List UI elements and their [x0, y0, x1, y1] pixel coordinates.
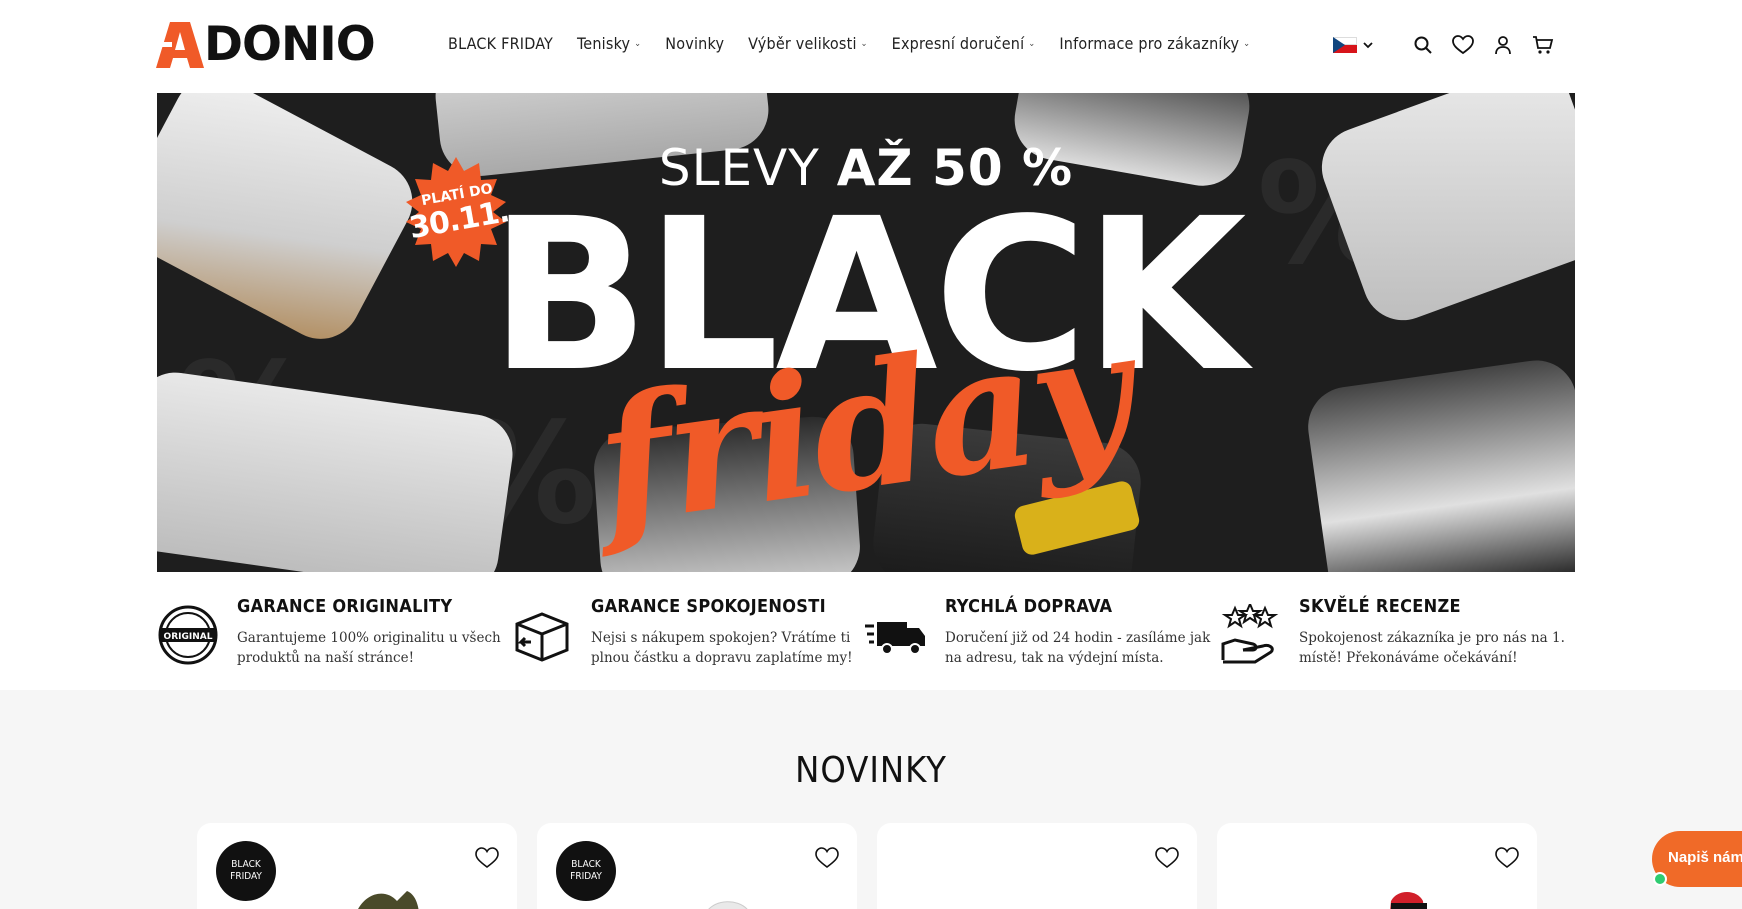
nav-label: Expresní doručení [891, 34, 1025, 53]
product-card[interactable]: BLACK FRIDAY [537, 823, 857, 909]
wishlist-heart-icon[interactable] [815, 847, 839, 869]
cz-flag-icon [1333, 37, 1357, 53]
nav-label: Novinky [665, 34, 725, 53]
logo[interactable]: DONIO [156, 17, 376, 72]
product-card[interactable]: BLACK FRIDAY [197, 823, 517, 909]
feature-item: ORIGINAL GARANCE ORIGINALITY Garantujeme… [157, 590, 501, 680]
feature-desc: Spokojenost zákazníka je pro nás na 1. m… [1299, 630, 1565, 666]
product-image [1007, 881, 1117, 909]
nav-label: Tenisky [577, 34, 631, 53]
feature-desc: Nejsi s nákupem spokojen? Vrátíme ti pln… [591, 630, 853, 666]
wishlist-heart-icon[interactable] [1155, 847, 1179, 869]
feature-title: GARANCE SPOKOJENOSTI [591, 596, 826, 617]
delivery-truck-icon [865, 622, 925, 655]
chevron-down-icon: ⌄ [1243, 38, 1251, 49]
hero-banner[interactable]: % % % % SLEVY AŽ 50 % BLACK friday PLATÍ… [157, 93, 1575, 572]
black-friday-badge: BLACK FRIDAY [556, 841, 616, 901]
chevron-down-icon: ⌄ [634, 38, 642, 49]
feature-desc: Garantujeme 100% originalitu u všech pro… [237, 630, 501, 666]
novinky-section: NOVINKY BLACK FRIDAY BLACK FRIDAY [0, 690, 1742, 909]
feature-desc: Doručení již od 24 hodin - zasíláme jak … [945, 630, 1211, 666]
section-title: NOVINKY [795, 750, 947, 791]
logo-a-mark [156, 22, 204, 68]
product-image [708, 901, 748, 909]
feature-title: SKVĚLÉ RECENZE [1299, 596, 1461, 617]
nav-label: BLACK FRIDAY [448, 34, 554, 53]
product-image [358, 891, 419, 909]
main-nav: BLACK FRIDAY Tenisky ⌄ Novinky Výběr veli… [448, 34, 1274, 53]
svg-text:ORIGINAL: ORIGINAL [164, 632, 213, 642]
chevron-down-icon: ⌄ [860, 38, 868, 49]
logo-text: DONIO [204, 17, 376, 72]
wishlist-heart-icon[interactable] [1495, 847, 1519, 869]
chevron-down-icon [1363, 42, 1373, 49]
nav-expresni-doruceni[interactable]: Expresní doručení ⌄ [892, 34, 1036, 53]
product-card[interactable] [877, 823, 1197, 909]
online-status-dot [1653, 872, 1667, 886]
feature-title: RYCHLÁ DOPRAVA [945, 596, 1113, 617]
search-icon[interactable] [1412, 34, 1434, 56]
nav-novinky[interactable]: Novinky [665, 34, 724, 53]
feature-title: GARANCE ORIGINALITY [237, 596, 453, 617]
black-friday-badge: BLACK FRIDAY [216, 841, 276, 901]
nav-black-friday[interactable]: BLACK FRIDAY [448, 34, 553, 53]
feature-item: SKVĚLÉ RECENZE Spokojenost zákazníka je … [1219, 590, 1565, 680]
stars-hand-icon [1221, 604, 1279, 664]
nav-informace[interactable]: Informace pro zákazníky ⌄ [1059, 34, 1250, 53]
cart-icon[interactable] [1532, 34, 1554, 56]
wishlist-heart-icon[interactable] [475, 847, 499, 869]
feature-item: GARANCE SPOKOJENOSTI Nejsi s nákupem spo… [511, 590, 853, 680]
original-seal-icon: ORIGINAL [158, 605, 218, 665]
nav-vyber-velikosti[interactable]: Výběr velikosti ⌄ [748, 34, 868, 53]
feature-item: RYCHLÁ DOPRAVA Doručení již od 24 hodin … [865, 590, 1210, 680]
nav-label: Informace pro zákazníky [1059, 34, 1240, 53]
return-box-icon [515, 612, 569, 662]
product-card[interactable] [1217, 823, 1537, 909]
product-image [1390, 892, 1427, 909]
nav-tenisky[interactable]: Tenisky ⌄ [577, 34, 641, 53]
language-selector[interactable] [1333, 37, 1373, 53]
features-strip: ORIGINAL GARANCE ORIGINALITY Garantujeme… [157, 590, 1575, 680]
header-icons [1412, 34, 1554, 56]
site-header: DONIO BLACK FRIDAY Tenisky ⌄ Novinky Výbě… [0, 0, 1742, 92]
chevron-down-icon: ⌄ [1028, 38, 1036, 49]
heart-icon[interactable] [1452, 34, 1474, 56]
nav-label: Výběr velikosti [748, 34, 857, 53]
user-icon[interactable] [1492, 34, 1514, 56]
